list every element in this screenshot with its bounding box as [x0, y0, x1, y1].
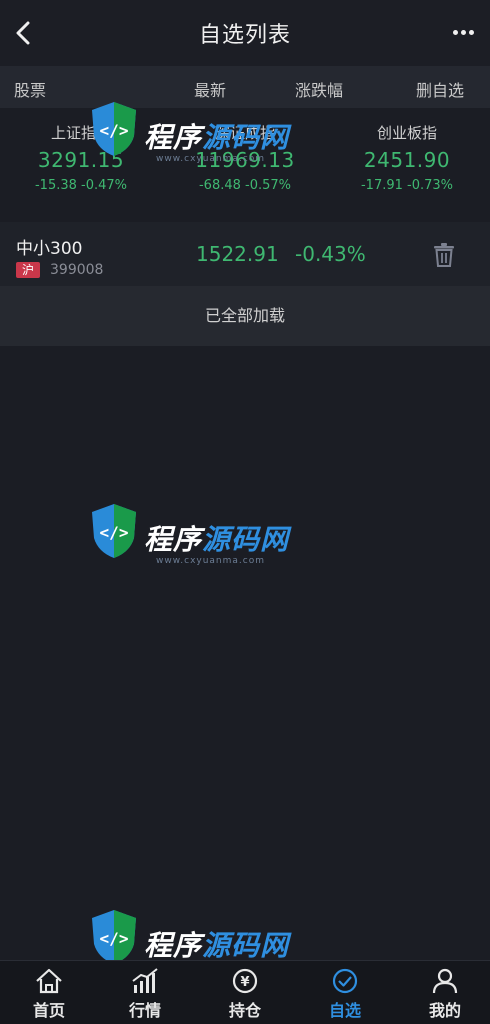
bottom-tab-bar: 首页 行情 ¥ 持仓 自选 我的	[0, 960, 490, 1024]
watermark-logo: </> 程序源码网 www.cxyuanma.com	[86, 494, 296, 584]
watermark-logo: </> 程序源码网 www.cxyuanma.com	[86, 92, 296, 182]
chart-icon	[132, 968, 158, 993]
tab-label: 行情	[128, 1001, 161, 1020]
back-button[interactable]	[8, 16, 38, 50]
app-root: 自选列表 股票 最新 涨跌幅 删自选 上证指数 3291.15 -15.38 -…	[0, 0, 490, 1024]
stock-price: 1522.91	[196, 242, 279, 266]
tab-label: 持仓	[228, 1001, 261, 1020]
shield-logo-icon: </>	[92, 504, 136, 558]
user-icon	[432, 968, 458, 994]
stock-code: 399008	[50, 262, 104, 278]
tab-home[interactable]: 首页	[0, 961, 98, 1024]
all-loaded-notice: 已全部加载	[0, 286, 490, 346]
market-tag: 沪	[16, 262, 40, 278]
shield-logo-icon: </>	[92, 910, 136, 964]
column-delete-watchlist[interactable]: 删自选	[416, 77, 464, 101]
delete-watchlist-button[interactable]	[432, 242, 456, 268]
trash-icon	[434, 243, 454, 267]
tab-market[interactable]: 行情	[96, 961, 194, 1024]
chevron-left-icon	[16, 21, 30, 45]
tab-watchlist[interactable]: 自选	[296, 961, 394, 1024]
index-card-chinext[interactable]: 创业板指 2451.90 -17.91 -0.73%	[332, 122, 482, 193]
watchlist-row[interactable]: 中小300 沪 399008 1522.91 -0.43%	[0, 222, 490, 286]
more-dots-icon	[452, 29, 458, 35]
index-value: 2451.90	[363, 148, 451, 172]
top-header: 自选列表	[0, 0, 490, 66]
more-button[interactable]	[448, 22, 478, 42]
svg-text:</>: </>	[100, 121, 129, 140]
stock-name: 中小300	[16, 239, 83, 259]
stock-change-percent: -0.43%	[295, 242, 366, 266]
column-stock[interactable]: 股票	[14, 77, 46, 101]
shield-logo-icon: </>	[92, 102, 136, 156]
tab-label: 首页	[32, 1001, 65, 1020]
page-title: 自选列表	[198, 23, 291, 48]
tab-holdings[interactable]: ¥ 持仓	[196, 961, 294, 1024]
holdings-icon: ¥	[232, 968, 258, 994]
index-change: -17.91 -0.73%	[360, 178, 454, 193]
column-change[interactable]: 涨跌幅	[295, 77, 343, 101]
index-name: 创业板指	[376, 124, 437, 142]
svg-text:</>: </>	[100, 523, 129, 542]
home-icon	[36, 968, 62, 994]
svg-text:¥: ¥	[240, 975, 249, 990]
tab-profile[interactable]: 我的	[396, 961, 490, 1024]
svg-text:</>: </>	[100, 929, 129, 948]
tab-label: 我的	[428, 1001, 461, 1020]
tab-label: 自选	[328, 1001, 361, 1020]
check-circle-icon	[332, 968, 358, 994]
